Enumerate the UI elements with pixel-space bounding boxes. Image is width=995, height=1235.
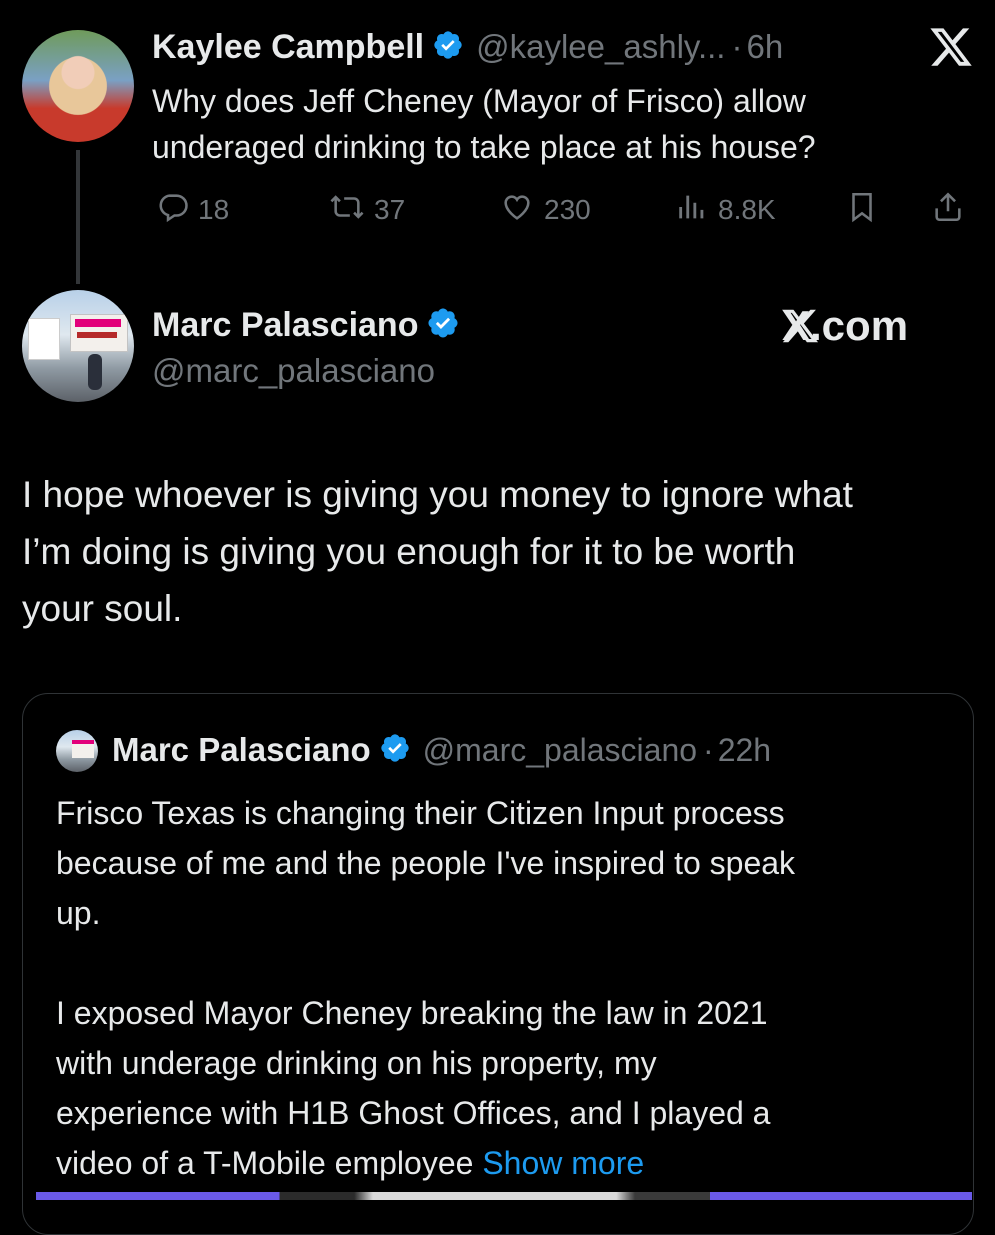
- tweet2-text-line: I hope whoever is giving you money to ig…: [22, 474, 853, 515]
- avatar-sign-shape: [72, 740, 94, 758]
- quote-handle[interactable]: @marc_palasciano: [423, 732, 697, 769]
- tweet2-header: Marc Palasciano: [152, 304, 460, 346]
- quote-media-preview[interactable]: [36, 1192, 972, 1200]
- quote-text-line-last: video of a T-Mobile employee Show more: [56, 1138, 956, 1188]
- quote-timestamp[interactable]: 22h: [718, 732, 771, 769]
- like-icon: [498, 190, 544, 231]
- quote-text-line: up.: [56, 895, 101, 931]
- share-icon: [930, 190, 974, 231]
- bookmark-icon: [845, 190, 887, 231]
- views-count: 8.8K: [718, 194, 776, 225]
- avatar-marc-palasciano[interactable]: [22, 290, 134, 402]
- share-button[interactable]: [930, 190, 974, 231]
- quote-avatar[interactable]: [56, 730, 98, 772]
- repost-button[interactable]: 37: [328, 192, 405, 228]
- verified-badge-icon: [426, 306, 460, 345]
- views-icon: [674, 190, 718, 231]
- quote-text-line: Frisco Texas is changing their Citizen I…: [56, 795, 785, 831]
- quote-text-line: video of a T-Mobile employee: [56, 1145, 474, 1181]
- tweet1-timestamp[interactable]: 6h: [746, 28, 783, 66]
- watermark-text: X.com: [782, 302, 909, 349]
- quote-paragraph-gap: [56, 938, 956, 988]
- avatar-kaylee-campbell[interactable]: [22, 30, 134, 142]
- tweet2-author-name[interactable]: Marc Palasciano: [152, 306, 418, 345]
- verified-badge-icon: [379, 732, 411, 769]
- quote-text-line: experience with H1B Ghost Offices, and I…: [56, 1095, 771, 1131]
- tweet1-text: Why does Jeff Cheney (Mayor of Frisco) a…: [152, 78, 816, 170]
- quote-header: Marc Palasciano @marc_palasciano · 22h: [112, 728, 771, 772]
- bookmark-button[interactable]: [845, 192, 887, 228]
- quote-text-line: because of me and the people I've inspir…: [56, 845, 796, 881]
- tweet1-author-name[interactable]: Kaylee Campbell: [152, 28, 424, 67]
- repost-count: 37: [374, 194, 406, 225]
- quote-text-line: with underage drinking on his property, …: [56, 1045, 657, 1081]
- quote-text: Frisco Texas is changing their Citizen I…: [56, 788, 956, 1188]
- avatar-sign-shape: [70, 314, 128, 352]
- avatar-person-shape: [88, 354, 102, 390]
- quote-text-line: I exposed Mayor Cheney breaking the law …: [56, 995, 768, 1031]
- x-logo-icon: [928, 24, 974, 70]
- quote-author-name[interactable]: Marc Palasciano: [112, 731, 371, 769]
- verified-badge-icon: [432, 29, 464, 66]
- tweet2-text: I hope whoever is giving you money to ig…: [22, 466, 982, 637]
- thread-connector-line: [76, 150, 80, 284]
- tweet2-text-line: I’m doing is giving you enough for it to…: [22, 531, 796, 572]
- tweet2-handle[interactable]: @marc_palasciano: [152, 352, 435, 390]
- tweet1-handle[interactable]: @kaylee_ashly...: [476, 28, 725, 66]
- tweet1-text-line: Why does Jeff Cheney (Mayor of Frisco) a…: [152, 83, 806, 119]
- tweet2-text-line: your soul.: [22, 588, 183, 629]
- show-more-link[interactable]: Show more: [482, 1145, 644, 1181]
- like-button[interactable]: 230: [498, 192, 591, 228]
- reply-icon: [156, 190, 198, 231]
- tweet1-header: Kaylee Campbell @kaylee_ashly... · 6h: [152, 26, 783, 68]
- x-com-watermark: X.com: [780, 302, 908, 350]
- reply-button[interactable]: 18: [156, 192, 229, 228]
- tweet1-separator: ·: [731, 28, 743, 65]
- tweet1-text-line: underaged drinking to take place at his …: [152, 129, 816, 165]
- quote-separator: ·: [703, 731, 714, 768]
- avatar-sign-shape: [28, 318, 60, 360]
- reply-count: 18: [198, 194, 230, 225]
- repost-icon: [328, 190, 374, 231]
- views-button[interactable]: 8.8K: [674, 192, 776, 228]
- like-count: 230: [544, 194, 591, 225]
